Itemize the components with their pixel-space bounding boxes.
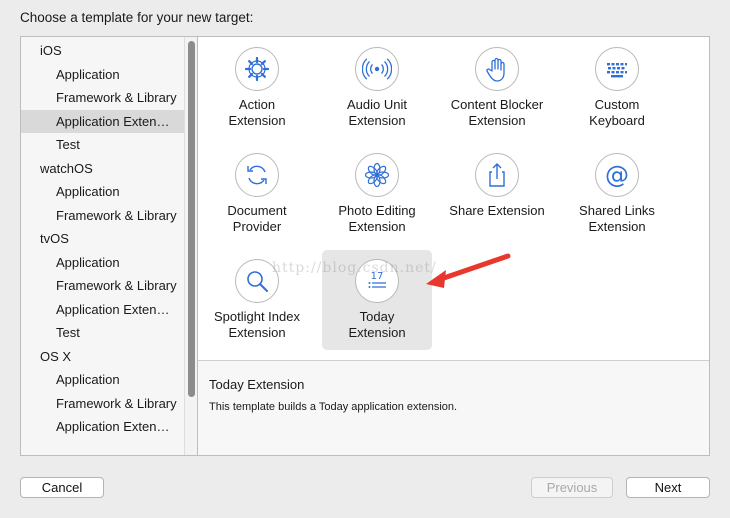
sidebar-item[interactable]: Test: [21, 321, 184, 344]
svg-text:@: @: [605, 161, 629, 189]
template-label-line2: Extension: [588, 219, 646, 234]
sidebar-group-header[interactable]: iOS: [21, 39, 184, 62]
template-tile[interactable]: Action Extension: [202, 38, 312, 138]
template-label-line2: Extension: [348, 219, 406, 234]
refresh-arrows-icon: [235, 153, 279, 197]
sidebar-group-header[interactable]: OS X: [21, 345, 184, 368]
cancel-button[interactable]: Cancel: [20, 477, 104, 498]
at-sign-icon: @: [595, 153, 639, 197]
template-label: Audio Unit Extension: [322, 97, 432, 129]
template-label: Today Extension: [322, 309, 432, 341]
template-tile[interactable]: Share Extension: [442, 144, 552, 244]
template-label-line1: Shared Links: [579, 203, 655, 218]
sidebar-group-header[interactable]: tvOS: [21, 227, 184, 250]
next-button[interactable]: Next: [626, 477, 710, 498]
template-label-line1: Share Extension: [449, 203, 545, 218]
template-label-line2: Extension: [348, 113, 406, 128]
template-label: Action Extension: [202, 97, 312, 129]
template-label: Photo Editing Extension: [322, 203, 432, 235]
sidebar-scroll-thumb[interactable]: [188, 41, 195, 397]
template-tile[interactable]: @ Shared Links Extension: [562, 144, 672, 244]
flower-icon: [355, 153, 399, 197]
description-title: Today Extension: [209, 377, 305, 392]
description-text: This template builds a Today application…: [209, 401, 458, 413]
template-label-line1: Today: [359, 309, 395, 324]
sidebar-item[interactable]: Application Exten…: [21, 109, 184, 133]
annotation-arrow: [426, 253, 511, 288]
watermark-text: http://blog.csdn.net/: [272, 260, 437, 276]
template-tile[interactable]: Custom Keyboard: [562, 38, 672, 138]
dialog-heading: Choose a template for your new target:: [20, 10, 254, 25]
sidebar-item[interactable]: Test: [21, 133, 184, 156]
template-tile[interactable]: Content Blocker Extension: [442, 38, 552, 138]
sidebar-item[interactable]: Framework & Library: [21, 86, 184, 109]
previous-button[interactable]: Previous: [531, 477, 613, 498]
template-label-line2: Extension: [228, 325, 286, 340]
sidebar-item[interactable]: Application: [21, 180, 184, 203]
template-label-line2: Provider: [232, 219, 282, 234]
platform-sidebar[interactable]: iOS Application Framework & Library Applica…: [20, 36, 197, 456]
template-label: Share Extension: [442, 203, 552, 219]
gear-icon: [235, 47, 279, 91]
template-label-line1: Document: [227, 203, 287, 218]
template-label-line1: Action: [238, 97, 276, 112]
sidebar-scrollbar[interactable]: [184, 37, 197, 455]
template-label-line1: Audio Unit: [347, 97, 407, 112]
template-label-line2: Extension: [468, 113, 526, 128]
sidebar-item[interactable]: Application: [21, 251, 184, 274]
template-tile[interactable]: Document Provider: [202, 144, 312, 244]
sidebar-item[interactable]: Framework & Library: [21, 274, 184, 297]
template-tile[interactable]: Audio Unit Extension: [322, 38, 432, 138]
template-grid: Action Extension Audio Unit Extension Conten…: [198, 37, 709, 360]
template-label-line1: Photo Editing: [338, 203, 416, 218]
template-tile[interactable]: Photo Editing Extension: [322, 144, 432, 244]
template-label-line2: Keyboard: [589, 113, 645, 128]
template-label-line2: Extension: [228, 113, 286, 128]
sidebar-item[interactable]: Application Exten…: [21, 298, 184, 321]
sidebar-item[interactable]: Framework & Library: [21, 204, 184, 227]
hand-icon: [475, 47, 519, 91]
template-label: Shared Links Extension: [562, 203, 672, 235]
keyboard-icon: [595, 47, 639, 91]
sidebar-item[interactable]: Application: [21, 63, 184, 86]
sidebar-item[interactable]: Application Exten…: [21, 415, 184, 438]
template-label: Content Blocker Extension: [442, 97, 552, 129]
audio-waves-icon: [355, 47, 399, 91]
template-label: Custom Keyboard: [562, 97, 672, 129]
template-label-line1: Content Blocker: [450, 97, 544, 112]
template-label: Document Provider: [202, 203, 312, 235]
share-icon: [475, 153, 519, 197]
sidebar-item[interactable]: Application: [21, 368, 184, 391]
template-label-line2: Extension: [348, 325, 406, 340]
sidebar-group-header[interactable]: watchOS: [21, 157, 184, 180]
template-label-line1: Custom: [594, 97, 640, 112]
template-label-line1: Spotlight Index: [213, 309, 300, 324]
sidebar-item[interactable]: Framework & Library: [21, 392, 184, 415]
template-description: Today Extension This template builds a T…: [198, 361, 709, 455]
template-label: Spotlight Index Extension: [202, 309, 312, 341]
